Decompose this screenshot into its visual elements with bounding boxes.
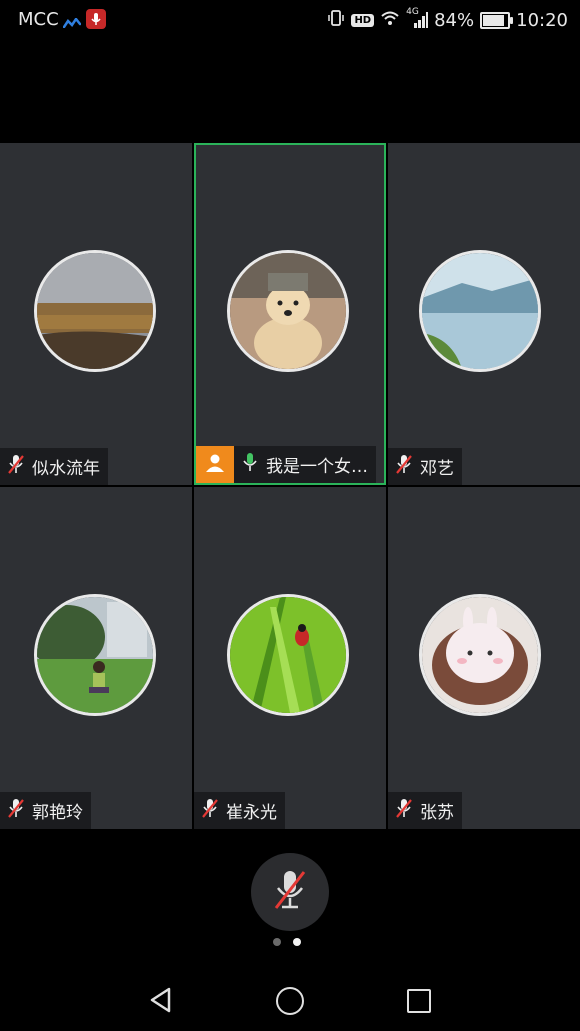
participant-label: 郭艳玲: [0, 792, 91, 829]
participant-tile-active[interactable]: 我是一个女…: [194, 143, 386, 485]
avatar: [419, 594, 541, 716]
clock: 10:20: [516, 9, 568, 31]
mic-muted-icon: [6, 453, 26, 480]
page-dot[interactable]: [273, 938, 281, 946]
mic-muted-icon: [272, 868, 308, 916]
page-indicator: [273, 938, 301, 946]
person-icon: [204, 452, 226, 478]
mic-muted-icon: [6, 797, 26, 824]
participant-label: 崔永光: [194, 792, 285, 829]
avatar: [227, 594, 349, 716]
avatar: [34, 250, 156, 372]
mic-on-icon: [240, 451, 260, 478]
signal-wave-icon: [62, 13, 82, 32]
mic-muted-icon: [394, 797, 414, 824]
mic-muted-icon: [200, 797, 220, 824]
participant-label: 张苏: [388, 792, 462, 829]
participant-label: 似水流年: [0, 448, 108, 485]
host-badge: [196, 446, 234, 483]
page-dot-active[interactable]: [293, 938, 301, 946]
network-type-label: 4G: [406, 7, 419, 17]
hd-badge: HD: [351, 13, 375, 27]
carrier-label: MCC: [18, 9, 59, 30]
avatar: [419, 250, 541, 372]
status-icons: HD 4G 84% 10:20: [327, 7, 568, 32]
avatar: [34, 594, 156, 716]
participant-name: 邓艺: [420, 459, 454, 479]
participant-tile[interactable]: 邓艺: [388, 143, 580, 485]
participant-name: 张苏: [420, 803, 454, 823]
mute-toggle-button[interactable]: [251, 853, 329, 931]
status-bar: MCC HD 4G 84% 10:20: [0, 0, 580, 40]
participant-label: 邓艺: [388, 448, 462, 485]
home-icon[interactable]: [276, 987, 304, 1015]
participant-label: 我是一个女…: [234, 446, 376, 483]
vibrate-icon: [327, 9, 345, 32]
battery-percent: 84%: [434, 9, 475, 31]
participant-tile[interactable]: 似水流年: [0, 143, 192, 485]
participant-name: 我是一个女…: [266, 457, 368, 477]
mic-muted-icon: [394, 453, 414, 480]
back-icon[interactable]: [148, 987, 174, 1017]
participant-tile[interactable]: 张苏: [388, 487, 580, 829]
participant-tile[interactable]: 崔永光: [194, 487, 386, 829]
avatar: [227, 250, 349, 372]
participant-grid: 似水流年 我是一个女… 邓艺 郭艳玲 崔永光 张苏: [0, 143, 580, 829]
participant-tile[interactable]: 郭艳玲: [0, 487, 192, 829]
participant-name: 崔永光: [226, 803, 277, 823]
battery-icon: [480, 11, 514, 29]
cell-signal-icon: 4G: [406, 7, 429, 29]
participant-name: 郭艳玲: [32, 803, 83, 823]
wifi-icon: [380, 10, 400, 31]
recent-apps-icon[interactable]: [407, 989, 431, 1013]
navigation-bar: [0, 968, 580, 1031]
recording-mic-icon: [86, 9, 106, 29]
participant-name: 似水流年: [32, 459, 100, 479]
